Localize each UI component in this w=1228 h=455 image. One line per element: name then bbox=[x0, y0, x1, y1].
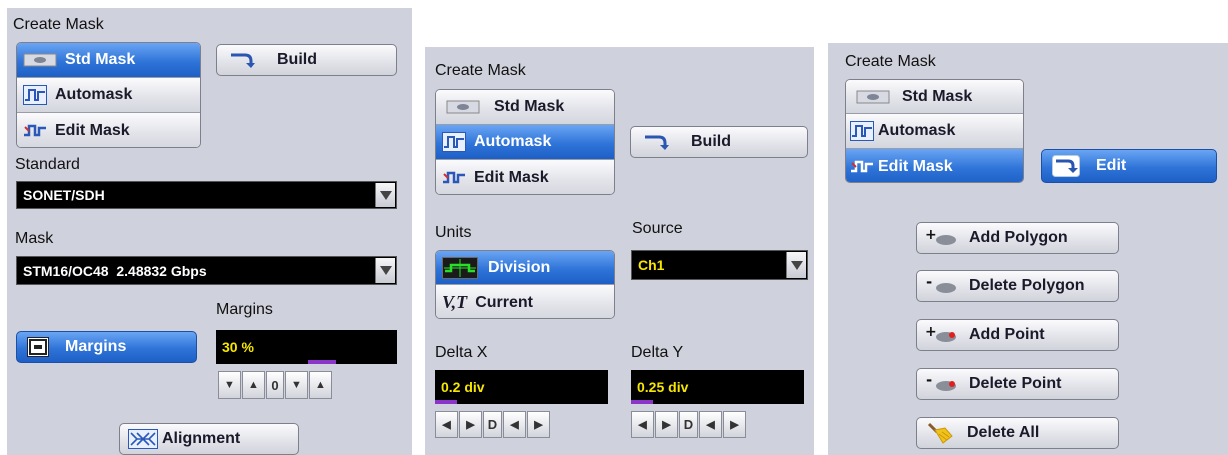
units-label: Units bbox=[435, 224, 472, 241]
units-current-glyph: V,T bbox=[442, 292, 468, 312]
mask-mode-group: Std Mask Automask Edit Mask bbox=[435, 89, 615, 195]
mask-select[interactable]: STM16/OC48 2.48832 Gbps bbox=[16, 256, 397, 285]
mask-mode-group: Std Mask Automask Edit Mask bbox=[16, 42, 201, 148]
panel-title: Create Mask bbox=[13, 16, 104, 33]
chevron-down-icon bbox=[375, 183, 395, 207]
chevron-down-icon bbox=[786, 252, 806, 278]
delta-x-field[interactable]: 0.2 div bbox=[435, 370, 608, 404]
standard-label: Standard bbox=[15, 156, 80, 173]
broom-icon bbox=[927, 422, 953, 444]
delta-y-default-button[interactable]: D bbox=[679, 411, 698, 438]
margins-zero-button[interactable]: 0 bbox=[266, 371, 284, 399]
mask-mode-group: Std Mask Automask Edit Mask bbox=[845, 79, 1024, 183]
source-label: Source bbox=[632, 220, 683, 237]
add-point-button[interactable]: + Add Point bbox=[916, 319, 1119, 351]
std-mask-icon bbox=[856, 89, 890, 105]
margins-toggle-button[interactable]: Margins bbox=[16, 331, 197, 363]
svg-text:+: + bbox=[925, 326, 937, 340]
std-mask-icon bbox=[446, 99, 480, 115]
fine-left-icon[interactable]: ◀ bbox=[503, 411, 526, 438]
fine-right-icon[interactable]: ▶ bbox=[527, 411, 550, 438]
automask-button[interactable]: Automask bbox=[436, 125, 614, 160]
svg-text:-: - bbox=[926, 277, 932, 291]
fine-down-icon[interactable]: ▼ bbox=[285, 371, 308, 399]
build-button[interactable]: Build bbox=[630, 126, 808, 158]
delta-y-stepper: ◀ ▶ D ◀ ▶ bbox=[631, 411, 804, 438]
std-mask-button[interactable]: Std Mask bbox=[17, 43, 200, 78]
create-mask-panel-auto: Create Mask Std Mask Automask Edit Mask … bbox=[425, 47, 814, 455]
automask-icon bbox=[850, 121, 874, 141]
edit-mask-button[interactable]: Edit Mask bbox=[17, 113, 200, 147]
margins-stepper: ▼ ▲ 0 ▼ ▲ bbox=[218, 371, 399, 399]
std-mask-button[interactable]: Std Mask bbox=[436, 90, 614, 125]
edit-mask-icon bbox=[442, 170, 466, 186]
delta-y-indicator bbox=[631, 400, 653, 404]
add-point-icon: + bbox=[925, 326, 957, 344]
edit-mask-icon bbox=[23, 123, 47, 139]
edit-mask-button[interactable]: Edit Mask bbox=[846, 149, 1023, 182]
coarse-left-icon[interactable]: ◀ bbox=[435, 411, 458, 438]
fine-left-icon[interactable]: ◀ bbox=[699, 411, 722, 438]
delete-polygon-button[interactable]: - Delete Polygon bbox=[916, 270, 1119, 302]
coarse-down-icon[interactable]: ▼ bbox=[218, 371, 241, 399]
division-icon bbox=[442, 256, 478, 279]
units-division-button[interactable]: Division bbox=[436, 251, 614, 285]
margins-icon bbox=[27, 337, 49, 357]
create-mask-panel-std: Create Mask Std Mask Automask Edit Mask … bbox=[7, 8, 412, 455]
units-group: Division V,T Current bbox=[435, 250, 615, 319]
coarse-left-icon[interactable]: ◀ bbox=[631, 411, 654, 438]
create-mask-panel-edit: Create Mask Std Mask Automask Edit Mask … bbox=[828, 43, 1228, 455]
svg-text:-: - bbox=[926, 375, 932, 389]
edit-mask-icon bbox=[850, 159, 874, 175]
add-polygon-icon: + bbox=[925, 229, 957, 247]
delta-y-field[interactable]: 0.25 div bbox=[631, 370, 804, 404]
panel-title: Create Mask bbox=[435, 62, 526, 79]
build-arrow-icon bbox=[229, 51, 255, 69]
delete-point-icon: - bbox=[925, 375, 957, 393]
automask-button[interactable]: Automask bbox=[17, 78, 200, 113]
delta-x-stepper: ◀ ▶ D ◀ ▶ bbox=[435, 411, 608, 438]
delta-x-indicator bbox=[435, 400, 457, 404]
build-button[interactable]: Build bbox=[216, 44, 397, 76]
mask-label: Mask bbox=[15, 230, 54, 247]
delta-y-label: Delta Y bbox=[631, 344, 684, 361]
automask-icon bbox=[442, 132, 466, 152]
edit-mask-button[interactable]: Edit Mask bbox=[436, 160, 614, 194]
delta-x-default-button[interactable]: D bbox=[483, 411, 502, 438]
std-mask-icon bbox=[23, 52, 57, 68]
fine-up-icon[interactable]: ▲ bbox=[309, 371, 332, 399]
alignment-button[interactable]: Alignment bbox=[119, 423, 299, 455]
svg-text:+: + bbox=[925, 229, 937, 243]
margins-indicator bbox=[308, 360, 336, 364]
coarse-up-icon[interactable]: ▲ bbox=[242, 371, 265, 399]
fine-right-icon[interactable]: ▶ bbox=[723, 411, 746, 438]
alignment-icon bbox=[128, 429, 158, 449]
units-current-button[interactable]: V,T Current bbox=[436, 285, 614, 318]
automask-button[interactable]: Automask bbox=[846, 114, 1023, 149]
standard-select[interactable]: SONET/SDH bbox=[16, 181, 397, 209]
source-select[interactable]: Ch1 bbox=[631, 250, 808, 280]
chevron-down-icon bbox=[375, 258, 395, 283]
delete-polygon-icon: - bbox=[925, 277, 957, 295]
automask-icon bbox=[23, 85, 47, 105]
edit-button[interactable]: Edit bbox=[1041, 149, 1217, 183]
build-arrow-icon bbox=[643, 133, 669, 151]
edit-arrow-icon bbox=[1052, 155, 1080, 177]
delete-all-button[interactable]: Delete All bbox=[916, 417, 1119, 449]
coarse-right-icon[interactable]: ▶ bbox=[459, 411, 482, 438]
margins-value-field[interactable]: 30 % bbox=[216, 330, 397, 364]
delta-x-label: Delta X bbox=[435, 344, 488, 361]
panel-title: Create Mask bbox=[845, 53, 936, 70]
std-mask-button[interactable]: Std Mask bbox=[846, 80, 1023, 114]
delete-point-button[interactable]: - Delete Point bbox=[916, 368, 1119, 400]
add-polygon-button[interactable]: + Add Polygon bbox=[916, 222, 1119, 254]
margins-heading: Margins bbox=[216, 301, 273, 318]
coarse-right-icon[interactable]: ▶ bbox=[655, 411, 678, 438]
